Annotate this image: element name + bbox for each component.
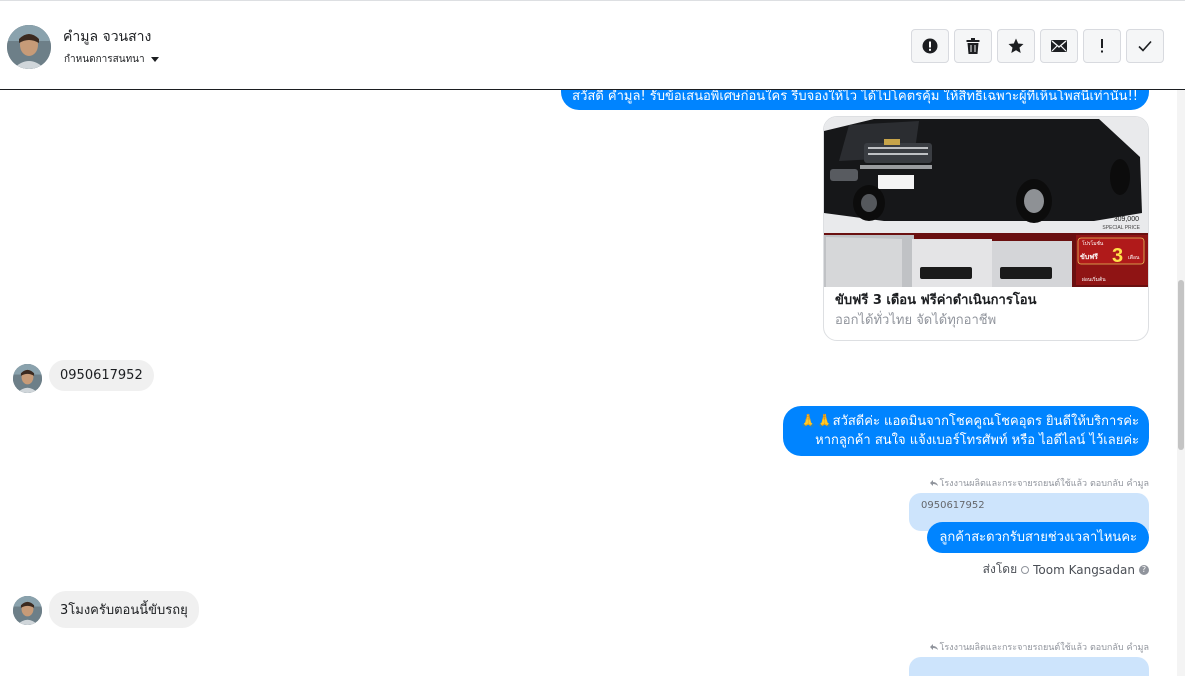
contact-avatar[interactable] <box>7 25 51 69</box>
promo-card[interactable]: 309,000 SPECIAL PRICE โปรโมชั่น ขับฟรี 3… <box>823 116 1149 341</box>
reply-note: โรงงานผลิตและกระจายรถยนต์ใช้แล้ว ตอบกลับ… <box>929 640 1149 654</box>
reply-arrow-icon <box>929 644 938 650</box>
header-actions <box>911 29 1164 63</box>
sender-status-icon <box>1021 565 1030 574</box>
sent-by-info: ส่งโดย Toom Kangsadan ? <box>983 560 1149 579</box>
scrollbar[interactable] <box>1177 90 1185 676</box>
contact-name[interactable]: คำมูล จวนสาง <box>63 26 151 48</box>
image-promo-top: โปรโมชั่น <box>1082 240 1104 247</box>
quoted-text: 0950617952 <box>921 500 985 511</box>
message-text-line1: 🙏🙏สวัสดีค่ะ แอดมินจากโชคคูณโชคอุดร ยินดี… <box>800 414 1139 429</box>
card-title: ขับฟรี 3 เดือน ฟรีค่าดำเนินการโอน <box>835 293 1037 308</box>
envelope-icon <box>1051 40 1067 52</box>
check-icon <box>1138 40 1152 52</box>
reply-note: โรงงานผลิตและกระจายรถยนต์ใช้แล้ว ตอบกลับ… <box>929 476 1149 490</box>
image-price-text: 309,000 <box>1114 216 1139 223</box>
incoming-message-phone[interactable]: 0950617952 <box>49 360 154 391</box>
image-promo-main: ขับฟรี <box>1080 253 1098 261</box>
outgoing-message-greeting[interactable]: สวัสดี คำมูล! รับข้อเสนอพิเศษก่อนใคร รีบ… <box>561 90 1149 110</box>
message-text: 0950617952 <box>60 368 143 383</box>
conversation-label-dropdown[interactable]: กำหนดการสนทนา <box>64 52 159 67</box>
flag-button[interactable] <box>1083 29 1121 63</box>
outgoing-message-admin-reply[interactable]: 🙏🙏สวัสดีค่ะ แอดมินจากโชคคูณโชคอุดร ยินดี… <box>783 406 1149 456</box>
conversation-header: คำมูล จวนสาง กำหนดการสนทนา <box>0 0 1185 90</box>
message-text: 3โมงครับตอนนี้ขับรถยุ <box>60 603 188 618</box>
reply-arrow-icon <box>929 480 938 486</box>
customer-avatar[interactable] <box>13 596 42 625</box>
star-icon <box>1008 38 1024 53</box>
quoted-message-partial[interactable] <box>909 657 1149 676</box>
message-text: สวัสดี คำมูล! รับข้อเสนอพิเศษก่อนใคร รีบ… <box>572 90 1138 104</box>
image-promo-unit: เดือน <box>1128 254 1140 261</box>
mark-unread-button[interactable] <box>1040 29 1078 63</box>
card-subtitle: ออกได้ทั่วไทย จัดได้ทุกอาชีพ <box>835 313 997 328</box>
sent-by-label: ส่งโดย <box>982 562 1018 576</box>
image-promo-bottom: ผ่อนเริ่มต้น <box>1082 276 1106 283</box>
alert-circle-icon <box>922 38 938 54</box>
help-icon[interactable]: ? <box>1139 564 1149 575</box>
report-spam-button[interactable] <box>911 29 949 63</box>
outgoing-message-question[interactable]: ลูกค้าสะดวกรับสายช่วงเวลาไหนคะ <box>927 522 1149 553</box>
image-promo-number: 3 <box>1112 245 1123 267</box>
message-text-line2: หากลูกค้า สนใจ แจ้งเบอร์โทรศัพท์ หรือ ไอ… <box>815 433 1139 448</box>
message-text: ลูกค้าสะดวกรับสายช่วงเวลาไหนคะ <box>939 530 1137 545</box>
delete-button[interactable] <box>954 29 992 63</box>
message-thread[interactable]: สวัสดี คำมูล! รับข้อเสนอพิเศษก่อนใคร รีบ… <box>0 90 1185 676</box>
reply-note-text: โรงงานผลิตและกระจายรถยนต์ใช้แล้ว ตอบกลับ… <box>939 643 1149 653</box>
image-price-label: SPECIAL PRICE <box>1102 225 1140 231</box>
exclamation-icon <box>1101 39 1103 53</box>
trash-icon <box>966 38 980 54</box>
promo-car-image: 309,000 SPECIAL PRICE โปรโมชั่น ขับฟรี 3… <box>824 117 1148 287</box>
reply-note-text: โรงงานผลิตและกระจายรถยนต์ใช้แล้ว ตอบกลับ… <box>939 479 1149 489</box>
mark-done-button[interactable] <box>1126 29 1164 63</box>
caret-down-icon <box>150 57 159 62</box>
sent-by-name[interactable]: Toom Kangsadan <box>1033 563 1135 577</box>
incoming-message-reply[interactable]: 3โมงครับตอนนี้ขับรถยุ <box>49 591 199 628</box>
customer-avatar[interactable] <box>13 364 42 393</box>
star-button[interactable] <box>997 29 1035 63</box>
conversation-label: กำหนดการสนทนา <box>64 54 145 65</box>
scrollbar-thumb[interactable] <box>1178 280 1184 450</box>
